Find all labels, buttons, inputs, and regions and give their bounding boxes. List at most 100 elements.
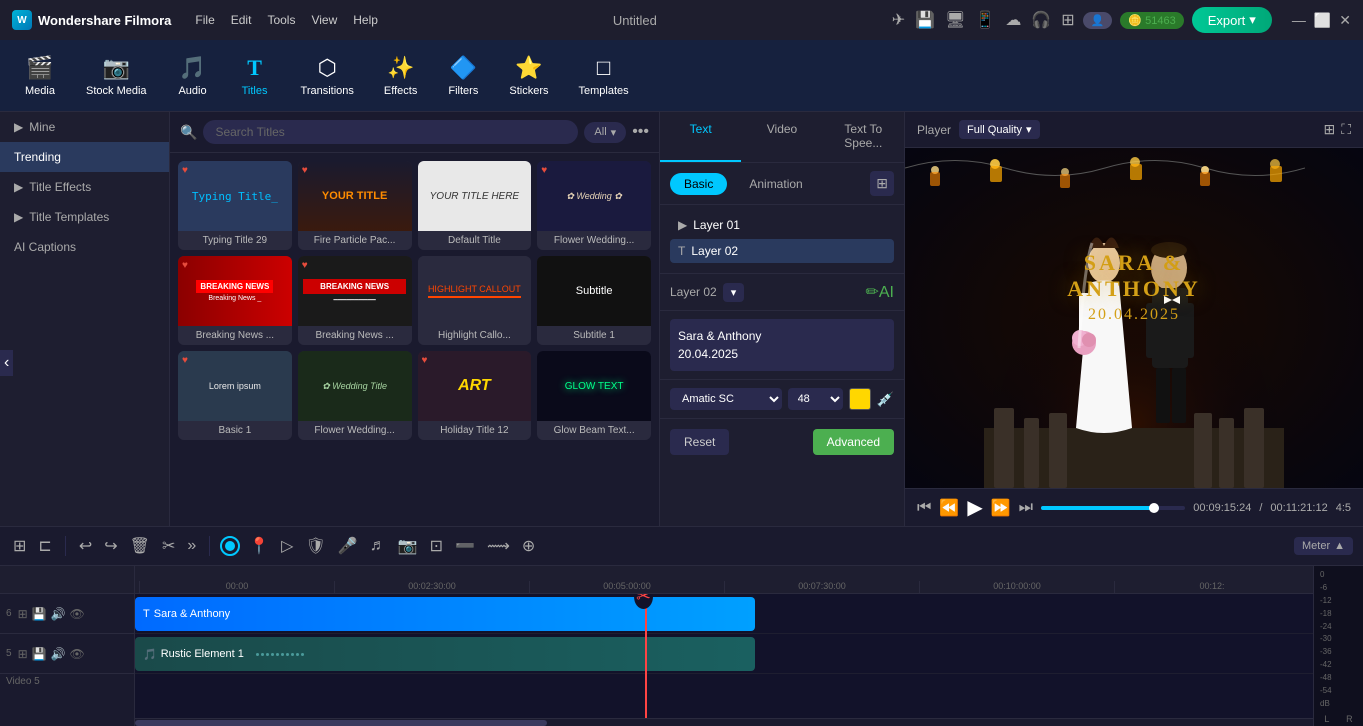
title-card-fire[interactable]: ♥ YOUR TITLE + Fire Particle Pac... <box>298 161 412 250</box>
subtab-animation[interactable]: Animation <box>735 173 816 195</box>
category-mine[interactable]: ▶ Mine <box>0 112 169 142</box>
toolbar-stock-media[interactable]: 📷 Stock Media <box>74 49 159 103</box>
undo-button[interactable]: ↩ <box>76 533 95 559</box>
user-badge[interactable]: 👤 <box>1083 12 1113 29</box>
title-card-default[interactable]: YOUR TITLE HERE + Default Title <box>418 161 532 250</box>
export-button[interactable]: Export ▾ <box>1192 7 1272 33</box>
track-eye-icon[interactable]: 👁 <box>70 607 85 621</box>
play-button[interactable]: ▶ <box>967 495 982 520</box>
category-trending[interactable]: Trending <box>0 142 169 172</box>
timeline-grid-button[interactable]: ⊞ <box>10 533 29 559</box>
track-layer-icon[interactable]: ⊞ <box>18 607 28 621</box>
redo-button[interactable]: ↪ <box>101 533 120 559</box>
scroll-left-arrow[interactable]: ‹ <box>0 350 13 376</box>
layer-dropdown[interactable]: ▾ <box>723 283 745 302</box>
font-select[interactable]: Amatic SC <box>670 388 782 410</box>
track-eye-icon2[interactable]: 👁 <box>70 647 85 661</box>
filter-button[interactable]: All ▾ <box>584 122 626 143</box>
toolbar-transitions[interactable]: ⬡ Transitions <box>289 49 366 103</box>
toolbar-media[interactable]: 🎬 Media <box>12 49 68 103</box>
toolbar-templates[interactable]: □ Templates <box>566 49 640 103</box>
tab-text[interactable]: Text <box>660 112 741 162</box>
title-card-holiday[interactable]: ♥ ART + Holiday Title 12 <box>418 351 532 440</box>
title-card-breaking-dark[interactable]: ♥ BREAKING NEWS ━━━━━━━━━━ + Breaking Ne… <box>298 256 412 345</box>
tab-video[interactable]: Video <box>741 112 822 162</box>
skip-forward-button[interactable]: ⏭ <box>1019 499 1033 517</box>
advanced-button[interactable]: Advanced <box>813 429 894 455</box>
menu-file[interactable]: File <box>195 13 214 27</box>
record-button[interactable] <box>220 536 240 556</box>
title-card-flower2[interactable]: ✿ Wedding Title + Flower Wedding... <box>298 351 412 440</box>
category-title-templates[interactable]: ▶ Title Templates <box>0 202 169 232</box>
save-preset-button[interactable]: ⊞ <box>870 171 894 196</box>
timeline-magnet-button[interactable]: ⊏ <box>35 533 54 559</box>
mic-button[interactable]: 🎤 <box>335 533 361 559</box>
menu-tools[interactable]: Tools <box>267 13 295 27</box>
title-card-glow[interactable]: GLOW TEXT + Glow Beam Text... <box>537 351 651 440</box>
grid-view-button[interactable]: ⊞ <box>1323 121 1335 138</box>
layer-01-item[interactable]: ▶ Layer 01 <box>670 213 894 237</box>
size-select[interactable]: 48 <box>788 388 843 410</box>
toolbar-audio[interactable]: 🎵 Audio <box>165 49 221 103</box>
track-save-icon[interactable]: 💾 <box>32 607 47 621</box>
frame-forward-button[interactable]: ⏩ <box>991 498 1011 518</box>
title-card-breaking-red[interactable]: ♥ BREAKING NEWS Breaking News _ + Breaki… <box>178 256 292 345</box>
toolbar-effects[interactable]: ✨ Effects <box>372 49 429 103</box>
menu-help[interactable]: Help <box>353 13 378 27</box>
minimize-button[interactable]: — <box>1292 12 1306 29</box>
track-volume-icon[interactable]: 🔊 <box>51 607 66 621</box>
more-tools-button[interactable]: » <box>184 534 199 558</box>
meter-button[interactable]: Meter ▲ <box>1294 537 1353 555</box>
title-card-flower-wedding[interactable]: ♥ ✿ Wedding ✿ + Flower Wedding... <box>537 161 651 250</box>
toolbar-stickers[interactable]: ⭐ Stickers <box>497 49 560 103</box>
more-options-button[interactable]: ••• <box>632 123 649 141</box>
track-volume-icon2[interactable]: 🔊 <box>51 647 66 661</box>
track-layer-icon2[interactable]: ⊞ <box>18 647 28 661</box>
menu-view[interactable]: View <box>311 13 337 27</box>
play-clip-button[interactable]: ▷ <box>278 533 296 559</box>
color-swatch[interactable] <box>849 388 871 410</box>
split-button[interactable]: ⊡ <box>427 533 446 559</box>
save-cloud-icon[interactable]: 💾 <box>915 10 935 30</box>
frame-back-button[interactable]: ⏪ <box>939 498 959 518</box>
toolbar-titles[interactable]: T Titles <box>227 49 283 103</box>
audio-clip[interactable]: 🎵 Rustic Element 1 <box>135 637 755 671</box>
close-button[interactable]: ✕ <box>1339 12 1351 29</box>
maximize-button[interactable]: ⬜ <box>1314 12 1331 29</box>
progress-bar[interactable] <box>1041 506 1185 510</box>
title-card-basic[interactable]: ♥ Lorem ipsum + Basic 1 <box>178 351 292 440</box>
menu-edit[interactable]: Edit <box>231 13 252 27</box>
category-ai-captions[interactable]: AI Captions <box>0 232 169 262</box>
eyedropper-button[interactable]: 💉 <box>877 391 894 408</box>
shield-button[interactable]: 🛡 <box>302 533 328 559</box>
title-clip[interactable]: T Sara & Anthony <box>135 597 755 631</box>
title-card-highlight[interactable]: HIGHLIGHT CALLOUT + Highlight Callo... <box>418 256 532 345</box>
delete-button[interactable]: 🗑 <box>127 533 153 559</box>
ai-edit-icon[interactable]: ✏AI <box>865 282 894 302</box>
add-keyframe-button[interactable]: ⊕ <box>519 533 538 559</box>
audio-mix-button[interactable]: ♬ <box>367 534 389 558</box>
toolbar-filters[interactable]: 🔷 Filters <box>435 49 491 103</box>
title-card-typing[interactable]: ♥ Typing Title_ + Typing Title 29 <box>178 161 292 250</box>
category-title-effects[interactable]: ▶ Title Effects <box>0 172 169 202</box>
fullscreen-button[interactable]: ⛶ <box>1341 121 1351 138</box>
text-display[interactable]: Sara & Anthony 20.04.2025 <box>670 319 894 371</box>
headset-icon[interactable]: 🎧 <box>1031 10 1051 30</box>
timeline-scrollbar[interactable] <box>135 718 1313 726</box>
grid-icon[interactable]: ⊞ <box>1061 10 1074 30</box>
coins-display[interactable]: 🪙 51463 <box>1120 12 1183 29</box>
search-input[interactable] <box>203 120 578 144</box>
track-save-icon2[interactable]: 💾 <box>32 647 47 661</box>
tab-text-to-speech[interactable]: Text To Spee... <box>823 112 904 162</box>
speed-button[interactable]: 📍 <box>246 533 272 559</box>
skip-back-button[interactable]: ⏮ <box>917 499 931 517</box>
speed-ramp-button[interactable]: ⟿ <box>484 533 513 559</box>
phone-icon[interactable]: 📱 <box>975 10 995 30</box>
subtab-basic[interactable]: Basic <box>670 173 727 195</box>
cut-button[interactable]: ✂ <box>159 533 178 559</box>
cloud-icon[interactable]: ☁ <box>1005 10 1021 30</box>
layer-02-item[interactable]: T Layer 02 <box>670 239 894 263</box>
monitor-icon[interactable]: 🖥 <box>945 10 965 30</box>
camera-button[interactable]: 📷 <box>395 533 421 559</box>
send-icon[interactable]: ✈ <box>892 10 905 30</box>
